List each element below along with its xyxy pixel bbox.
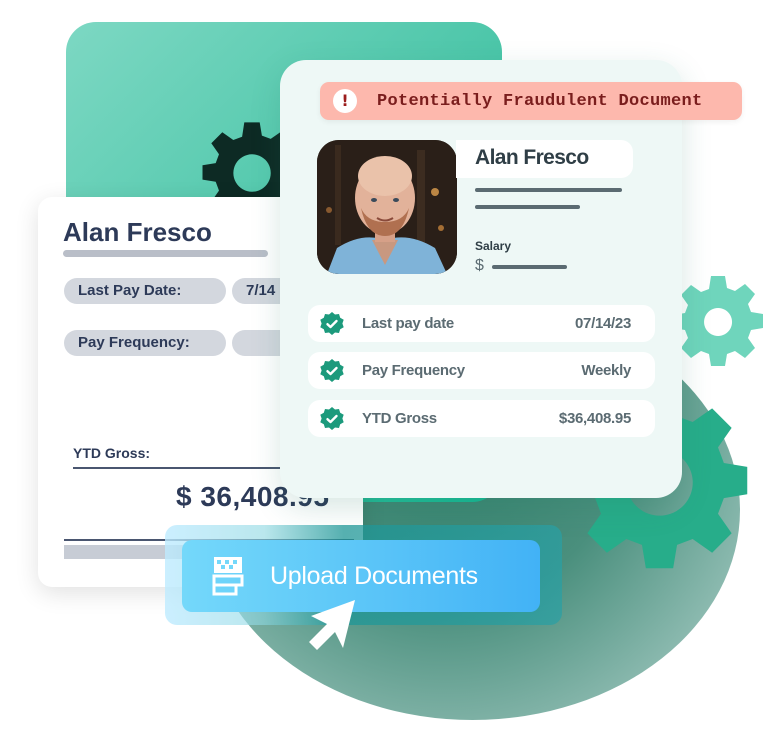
divider bbox=[73, 467, 293, 469]
verified-check-icon bbox=[320, 407, 344, 430]
verified-check-icon bbox=[320, 359, 344, 382]
row-label: Pay Frequency bbox=[362, 362, 465, 379]
placeholder-line bbox=[475, 188, 622, 192]
name-underline bbox=[63, 250, 268, 257]
alert-text: Potentially Fraudulent Document bbox=[377, 91, 703, 111]
exclamation-icon: ! bbox=[333, 89, 357, 113]
row-value: Weekly bbox=[581, 362, 631, 379]
row-value: 07/14/23 bbox=[575, 315, 631, 332]
field-label: Pay Frequency: bbox=[64, 330, 226, 356]
salary-currency: $ bbox=[475, 257, 484, 274]
document-icon bbox=[212, 557, 244, 596]
verified-row: YTD Gross $36,408.95 bbox=[308, 400, 655, 437]
ytd-gross-label: YTD Gross: bbox=[73, 445, 151, 461]
verification-card: ! Potentially Fraudulent Document Alan F… bbox=[280, 60, 742, 498]
gear-icon bbox=[668, 262, 768, 382]
salary-label: Salary bbox=[475, 239, 512, 253]
employee-name: Alan Fresco bbox=[63, 217, 212, 247]
placeholder-line bbox=[475, 205, 580, 209]
avatar bbox=[317, 140, 457, 274]
profile-name: Alan Fresco bbox=[475, 146, 589, 169]
row-label: YTD Gross bbox=[362, 410, 437, 427]
verified-row: Pay Frequency Weekly bbox=[308, 352, 655, 389]
row-label: Last pay date bbox=[362, 315, 454, 332]
upload-documents-button[interactable]: Upload Documents bbox=[182, 540, 540, 612]
mouse-cursor-icon bbox=[309, 600, 355, 650]
upload-button-label: Upload Documents bbox=[270, 561, 478, 590]
verified-check-icon bbox=[320, 312, 344, 335]
salary-placeholder bbox=[492, 265, 567, 269]
field-label: Last Pay Date: bbox=[64, 278, 226, 304]
fraud-alert-banner: ! Potentially Fraudulent Document bbox=[320, 82, 742, 120]
row-value: $36,408.95 bbox=[558, 410, 631, 427]
verified-row: Last pay date 07/14/23 bbox=[308, 305, 655, 342]
